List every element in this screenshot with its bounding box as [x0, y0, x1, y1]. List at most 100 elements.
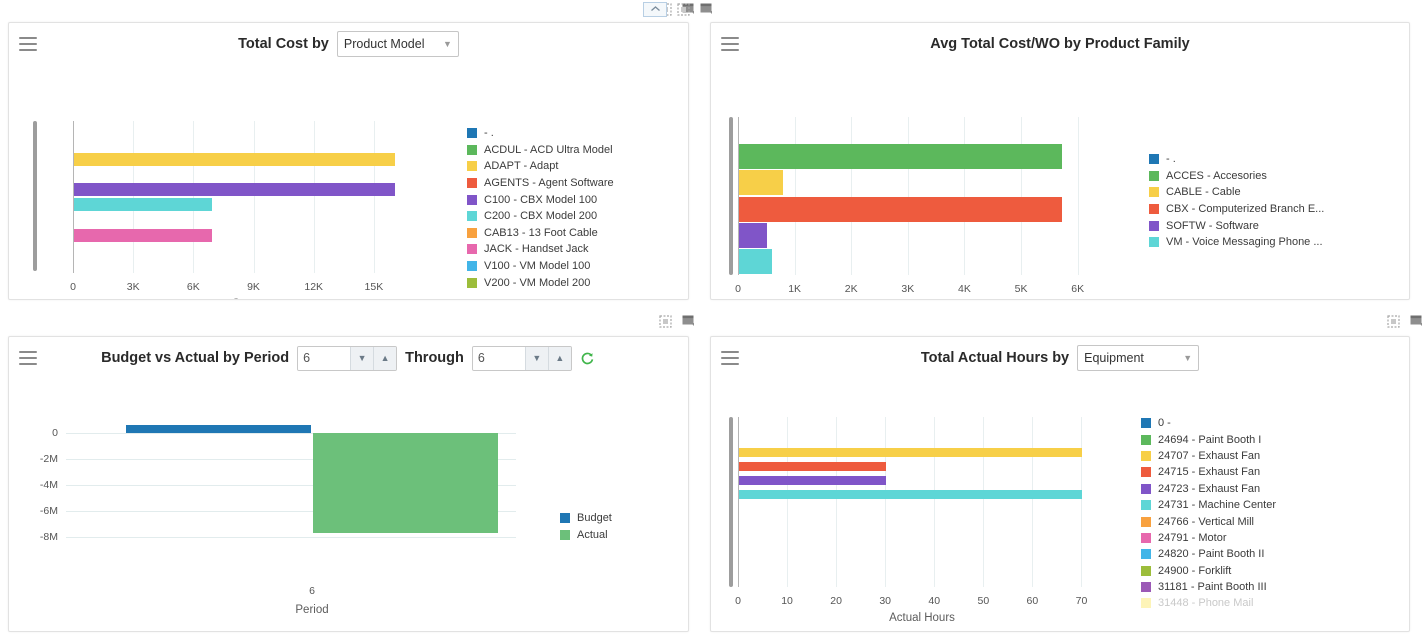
- panel-menu-icon[interactable]: [721, 351, 739, 365]
- collapse-up-button[interactable]: [643, 1, 667, 17]
- bar[interactable]: [739, 462, 887, 472]
- legend-item[interactable]: ACDUL - ACD Ultra Model: [467, 142, 614, 159]
- panel-layout-icon[interactable]: [698, 2, 715, 17]
- period-to-spinner[interactable]: ▼ ▲: [471, 345, 572, 371]
- bar[interactable]: [74, 198, 213, 212]
- x-axis-label: Actual Hours: [889, 612, 955, 624]
- bar[interactable]: [739, 196, 1062, 222]
- panel-layout-icon[interactable]: [1408, 314, 1425, 329]
- gridline: [133, 121, 135, 273]
- legend-label: 24731 - Machine Center: [1158, 499, 1277, 512]
- dashboard-root: Total Cost by Product Model ▼ 0 3K 6K 9K 12K…: [0, 0, 1425, 639]
- through-label: Through: [405, 350, 464, 366]
- bar[interactable]: [74, 182, 395, 196]
- chart-vertical-scrollbar[interactable]: [729, 417, 733, 587]
- legend-swatch: [1149, 187, 1159, 198]
- legend-swatch: [1141, 582, 1151, 593]
- chevron-down-icon: ▼: [1183, 353, 1193, 363]
- legend-item[interactable]: 24707 - Exhaust Fan: [1141, 448, 1276, 464]
- legend-item[interactable]: 24694 - Paint Booth I: [1141, 431, 1276, 447]
- product-model-dropdown[interactable]: Product Model ▼: [336, 31, 459, 57]
- legend-label: SOFTW - Software: [1166, 219, 1259, 232]
- chart-actual-hours: 0 10 20 30 40 50 60 70 Actual Hours 0 - 24694 - P…: [711, 379, 1409, 631]
- expand-resize-icon[interactable]: [675, 2, 692, 17]
- period-from-input[interactable]: [298, 346, 351, 370]
- legend-item[interactable]: 24820 - Paint Booth II: [1141, 546, 1276, 562]
- bar[interactable]: [126, 425, 311, 433]
- panel-total-cost: Total Cost by Product Model ▼ 0 3K 6K 9K 12K…: [8, 22, 689, 300]
- legend-item[interactable]: ADAPT - Adapt: [467, 158, 614, 175]
- legend-swatch: [467, 128, 477, 139]
- legend-item[interactable]: 24715 - Exhaust Fan: [1141, 464, 1276, 480]
- period-to-increment[interactable]: ▲: [547, 346, 571, 370]
- period-from-spinner[interactable]: ▼ ▲: [297, 345, 398, 371]
- legend-item[interactable]: - .: [467, 125, 614, 142]
- period-to-input[interactable]: [472, 346, 525, 370]
- legend-item[interactable]: 31448 - Phone Mail: [1141, 595, 1276, 611]
- legend-item[interactable]: CBX - Computerized Branch E...: [1149, 201, 1324, 218]
- legend-item[interactable]: V100 - VM Model 100: [467, 258, 614, 275]
- equipment-dropdown[interactable]: Equipment ▼: [1077, 345, 1200, 371]
- bar[interactable]: [739, 476, 887, 486]
- period-to-decrement[interactable]: ▼: [524, 346, 548, 370]
- legend-item[interactable]: AGENTS - Agent Software: [467, 175, 614, 192]
- expand-resize-icon[interactable]: [1385, 314, 1402, 329]
- legend-label: JACK - Handset Jack: [484, 243, 589, 256]
- panel-actual-hours: Total Actual Hours by Equipment ▼ 0 10 20 3…: [710, 336, 1410, 632]
- legend-item[interactable]: SOFTW - Software: [1149, 217, 1324, 234]
- legend-item[interactable]: C200 - CBX Model 200: [467, 208, 614, 225]
- refresh-icon[interactable]: [580, 350, 596, 366]
- legend-item[interactable]: Actual: [560, 526, 612, 543]
- legend-item[interactable]: 24791 - Motor: [1141, 530, 1276, 546]
- gridline: [313, 121, 315, 273]
- x-axis-tick-label: 50: [977, 595, 990, 607]
- legend-item[interactable]: Budget: [560, 509, 612, 526]
- legend-swatch: [467, 161, 477, 172]
- panel-menu-icon[interactable]: [19, 351, 37, 365]
- legend-label: CABLE - Cable: [1166, 186, 1241, 199]
- bar[interactable]: [739, 144, 1062, 169]
- legend-item[interactable]: CAB13 - 13 Foot Cable: [467, 225, 614, 242]
- bar[interactable]: [739, 490, 1083, 500]
- chart-vertical-scrollbar[interactable]: [729, 117, 733, 275]
- legend-item[interactable]: 24731 - Machine Center: [1141, 497, 1276, 513]
- legend-swatch: [1141, 532, 1151, 543]
- legend-label: 31181 - Paint Booth III: [1158, 581, 1267, 594]
- legend-item[interactable]: ACCES - Accesories: [1149, 168, 1324, 185]
- period-from-increment[interactable]: ▲: [373, 346, 397, 370]
- bar[interactable]: [739, 223, 768, 248]
- legend-label: 24791 - Motor: [1158, 531, 1227, 544]
- panel-menu-icon[interactable]: [19, 37, 37, 51]
- legend-item[interactable]: VM - Voice Messaging Phone ...: [1149, 234, 1324, 251]
- legend-item[interactable]: V200 - VM Model 200: [467, 274, 614, 291]
- legend-label: ACDUL - ACD Ultra Model: [484, 143, 613, 156]
- bar[interactable]: [74, 228, 213, 242]
- period-from-decrement[interactable]: ▼: [350, 346, 374, 370]
- bar[interactable]: [313, 432, 498, 534]
- legend-item[interactable]: JACK - Handset Jack: [467, 241, 614, 258]
- bar[interactable]: [739, 170, 784, 196]
- bar[interactable]: [74, 152, 395, 166]
- y-axis-tick-label: -6M: [39, 505, 58, 518]
- panel-menu-icon[interactable]: [721, 37, 739, 51]
- panel-title: Avg Total Cost/WO by Product Family: [930, 36, 1190, 52]
- legend-swatch: [1141, 483, 1151, 494]
- expand-resize-icon[interactable]: [657, 314, 674, 329]
- legend-item[interactable]: 24723 - Exhaust Fan: [1141, 481, 1276, 497]
- legend-item[interactable]: 0 -: [1141, 415, 1276, 431]
- chart-total-cost: 0 3K 6K 9K 12K 15K Cost - . ACDUL - ACD Ultra M…: [9, 65, 688, 299]
- legend-item[interactable]: - .: [1149, 151, 1324, 168]
- panel-layout-icon[interactable]: [680, 314, 697, 329]
- legend-swatch: [1141, 434, 1151, 445]
- bar[interactable]: [739, 447, 1083, 457]
- panel-header: Total Cost by Product Model ▼: [9, 23, 688, 65]
- bar[interactable]: [739, 249, 772, 275]
- legend-item[interactable]: CABLE - Cable: [1149, 184, 1324, 201]
- legend-item[interactable]: C100 - CBX Model 100: [467, 191, 614, 208]
- chart-vertical-scrollbar[interactable]: [33, 121, 37, 271]
- legend-swatch: [467, 227, 477, 238]
- y-axis-tick-label: -4M: [39, 479, 58, 491]
- legend-item[interactable]: 24900 - Forklift: [1141, 563, 1276, 579]
- legend-item[interactable]: 31181 - Paint Booth III: [1141, 579, 1276, 595]
- legend-item[interactable]: 24766 - Vertical Mill: [1141, 513, 1276, 529]
